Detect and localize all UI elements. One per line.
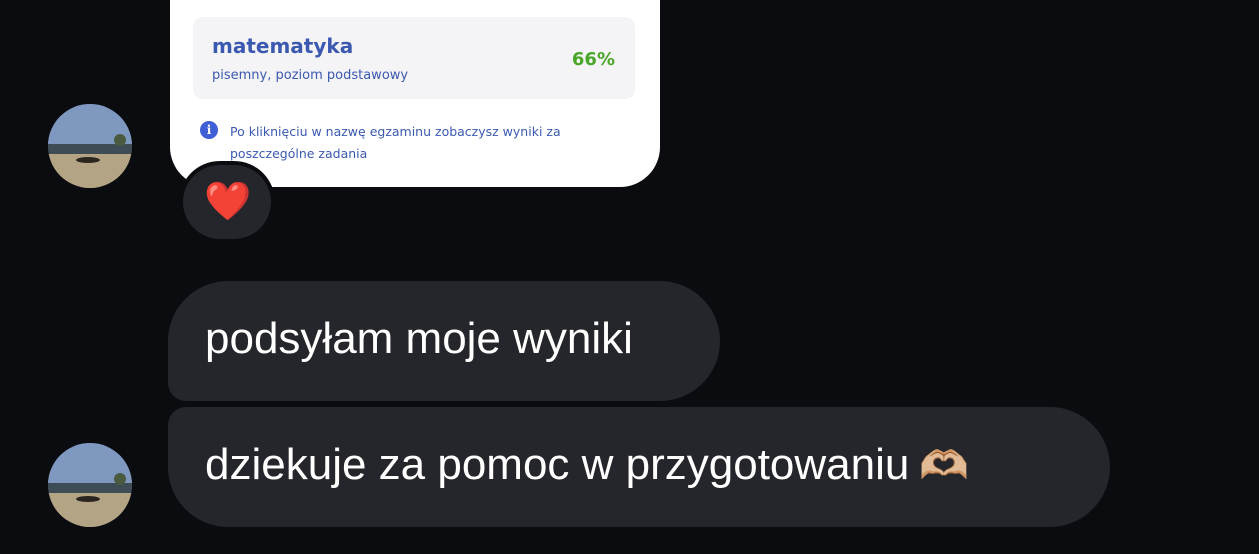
- info-text: Po kliknięciu w nazwę egzaminu zobaczysz…: [230, 124, 561, 161]
- sender-avatar[interactable]: [48, 443, 132, 527]
- red-heart-icon: ❤️: [204, 181, 252, 223]
- message-bubble[interactable]: podsyłam moje wyniki: [168, 281, 720, 401]
- message-text: podsyłam moje wyniki: [205, 314, 633, 363]
- message-text: dziekuje za pomoc w przygotowaniu: [205, 440, 910, 489]
- exam-score: 66%: [571, 49, 615, 70]
- shared-exam-result-card[interactable]: matematyka pisemny, poziom podstawowy 66…: [170, 0, 660, 187]
- heart-hands-icon: 🫶🏼: [919, 444, 970, 488]
- chat-view: matematyka pisemny, poziom podstawowy 66…: [0, 0, 1259, 554]
- exam-result-item[interactable]: matematyka pisemny, poziom podstawowy 66…: [193, 17, 635, 99]
- exam-subject[interactable]: matematyka: [212, 34, 353, 58]
- sender-avatar[interactable]: [48, 104, 132, 188]
- exam-detail: pisemny, poziom podstawowy: [212, 68, 409, 83]
- message-bubble[interactable]: dziekuje za pomoc w przygotowaniu 🫶🏼: [168, 407, 1110, 527]
- info-icon: i: [200, 121, 218, 139]
- message-reaction[interactable]: ❤️: [183, 165, 271, 239]
